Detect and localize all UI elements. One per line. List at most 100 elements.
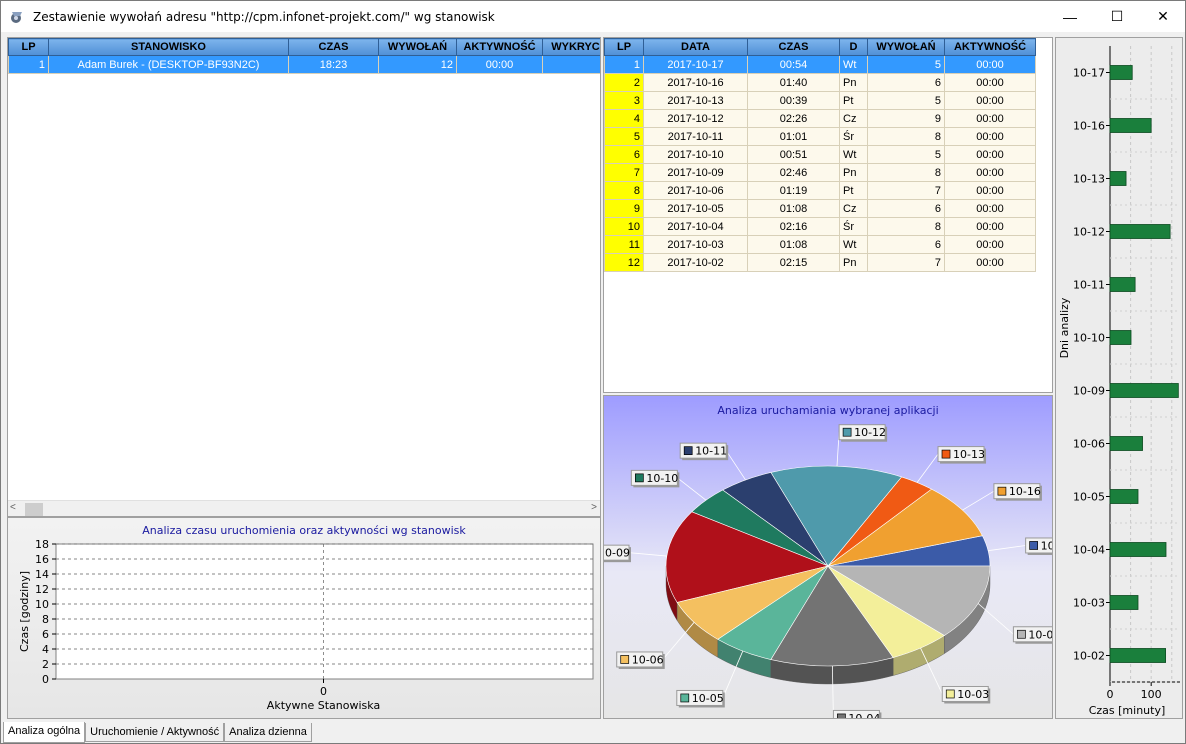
y-axis-label: Czas [godziny] — [18, 571, 31, 652]
row-wykryc — [542, 55, 600, 74]
y-tick-label: 10-05 — [1073, 491, 1105, 504]
days-body: 1 2017-10-17 00:54 Wt 5 00:00 2 2017-10-16 01:40… — [604, 55, 1036, 272]
row-wywolan: 12 — [378, 55, 457, 74]
row-data: 2017-10-12 — [643, 109, 748, 128]
column-header[interactable]: DATA — [643, 38, 748, 56]
row-aktywnosc: 00:00 — [944, 199, 1036, 218]
tab-analiza-dzienna[interactable]: Analiza dzienna — [224, 723, 312, 742]
scroll-thumb[interactable] — [25, 503, 43, 516]
row-lp: 7 — [604, 163, 644, 182]
pie-label: 10-05 — [676, 689, 725, 708]
tab-analiza-ogolna[interactable]: Analiza ogólna — [3, 722, 86, 743]
column-header[interactable]: CZAS — [288, 38, 379, 56]
scroll-left-icon[interactable]: < — [10, 502, 16, 513]
column-header[interactable]: STANOWISKO — [48, 38, 289, 56]
table-row[interactable]: 4 2017-10-12 02:26 Cz 9 00:00 — [604, 109, 1036, 128]
pie-leader-line — [962, 490, 995, 511]
pie-label-text: 10-04 — [848, 712, 880, 718]
workstations-chart: Analiza czasu uruchomienia oraz aktywnoś… — [7, 517, 601, 719]
row-lp: 1 — [8, 55, 49, 74]
table-row[interactable]: 2 2017-10-16 01:40 Pn 6 00:00 — [604, 73, 1036, 92]
y-tick-label: 0 — [42, 673, 49, 686]
x-axis-label: Czas [minuty] — [1089, 704, 1166, 717]
row-czas: 18:23 — [288, 55, 379, 74]
x-tick-label: 0 — [1107, 688, 1114, 701]
row-czas: 01:08 — [747, 199, 840, 218]
pie-label: 10-03 — [941, 685, 991, 704]
table-row[interactable]: 6 2017-10-10 00:51 Wt 5 00:00 — [604, 145, 1036, 164]
legend-swatch — [1029, 541, 1038, 550]
row-aktywnosc: 00:00 — [456, 55, 543, 74]
table-row[interactable]: 11 2017-10-03 01:08 Wt 6 00:00 — [604, 235, 1036, 254]
column-header[interactable]: LP — [604, 38, 644, 56]
table-row[interactable]: 1 2017-10-17 00:54 Wt 5 00:00 — [604, 55, 1036, 74]
row-czas: 01:40 — [747, 73, 840, 92]
row-data: 2017-10-09 — [643, 163, 748, 182]
pie-label-text: 10-05 — [692, 692, 724, 705]
legend-swatch — [683, 446, 693, 456]
row-aktywnosc: 00:00 — [944, 55, 1036, 74]
row-lp: 9 — [604, 199, 644, 218]
table-row[interactable]: 7 2017-10-09 02:46 Pn 8 00:00 — [604, 163, 1036, 182]
y-tick-label: 8 — [42, 613, 49, 626]
row-aktywnosc: 00:00 — [944, 235, 1036, 254]
pie-label: 10-13 — [937, 446, 987, 464]
pie-label: 10-16 — [993, 483, 1042, 501]
close-button[interactable]: ✕ — [1140, 1, 1186, 32]
column-header[interactable]: CZAS — [747, 38, 840, 56]
days-table[interactable]: LP DATA CZAS D WYWOŁAŃ AKTYWNOŚĆ 1 2017-10-17 0… — [604, 38, 1036, 272]
row-wywolan: 5 — [867, 91, 945, 110]
column-header[interactable]: AKTYWNOŚĆ — [944, 38, 1036, 56]
table-row[interactable]: 12 2017-10-02 02:15 Pn 7 00:00 — [604, 253, 1036, 272]
row-aktywnosc: 00:00 — [944, 181, 1036, 200]
row-aktywnosc: 00:00 — [944, 73, 1036, 92]
row-aktywnosc: 00:00 — [944, 253, 1036, 272]
row-aktywnosc: 00:00 — [944, 127, 1036, 146]
y-tick-label: 10-06 — [1073, 438, 1105, 451]
y-tick-label: 14 — [35, 568, 49, 581]
table-row[interactable]: 10 2017-10-04 02:16 Śr 8 00:00 — [604, 217, 1036, 236]
table-row[interactable]: 8 2017-10-06 01:19 Pt 7 00:00 — [604, 181, 1036, 200]
horizontal-scrollbar[interactable]: < > — [8, 500, 600, 516]
bar — [1109, 277, 1136, 292]
column-header[interactable]: WYWOŁAŃ — [867, 38, 945, 56]
column-header[interactable]: LP — [8, 38, 49, 56]
pie-label-text: 10-17 — [1041, 539, 1052, 552]
scroll-right-icon[interactable]: > — [591, 502, 597, 513]
y-tick-label: 10-11 — [1073, 279, 1105, 292]
bar — [1109, 330, 1132, 345]
bar — [1109, 436, 1143, 451]
row-lp: 1 — [604, 55, 644, 74]
y-tick-label: 4 — [42, 643, 49, 656]
minimize-button[interactable]: — — [1047, 1, 1093, 32]
row-wywolan: 8 — [867, 163, 945, 182]
table-row[interactable]: 1 Adam Burek - (DESKTOP-BF93N2C) 18:23 12 00… — [8, 55, 600, 74]
column-header[interactable]: D — [839, 38, 868, 56]
pie-label-text: 10-13 — [953, 448, 985, 461]
row-lp: 3 — [604, 91, 644, 110]
row-day: Śr — [839, 217, 868, 236]
y-axis-label: Dni analizy — [1058, 297, 1071, 358]
row-wywolan: 6 — [867, 235, 945, 254]
column-header[interactable]: WYWOŁAŃ — [378, 38, 457, 56]
y-tick-label: 10-04 — [1073, 544, 1105, 557]
tab-uruchomienie-aktywnosc[interactable]: Uruchomienie / Aktywność — [85, 723, 225, 742]
table-row[interactable]: 3 2017-10-13 00:39 Pt 5 00:00 — [604, 91, 1036, 110]
row-data: 2017-10-03 — [643, 235, 748, 254]
legend-swatch — [680, 693, 690, 703]
column-header[interactable]: WYKRYC — [542, 38, 600, 56]
bar-chart-svg: 10-17 10-16 10-13 10-12 10-11 10-10 10-09 10-06… — [1058, 46, 1180, 717]
row-data: 2017-10-16 — [643, 73, 748, 92]
table-row[interactable]: 9 2017-10-05 01:08 Cz 6 00:00 — [604, 199, 1036, 218]
window-title: Zestawienie wywołań adresu "http://cpm.i… — [33, 9, 495, 24]
maximize-button[interactable]: ☐ — [1094, 1, 1140, 32]
pie-label: 10-17 — [1025, 537, 1074, 555]
y-tick-label: 10-13 — [1073, 173, 1105, 186]
row-czas: 02:16 — [747, 217, 840, 236]
pie-label: 10-09 — [582, 544, 631, 563]
workstations-table[interactable]: LP STANOWISKO CZAS WYWOŁAŃ AKTYWNOŚĆ WYKRYC 1… — [8, 38, 600, 74]
table-row[interactable]: 5 2017-10-11 01:01 Śr 8 00:00 — [604, 127, 1036, 146]
column-header[interactable]: AKTYWNOŚĆ — [456, 38, 543, 56]
bar — [1109, 224, 1171, 239]
app-usage-pie-chart: Analiza uruchamiania wybranej aplikacji 1… — [582, 395, 1074, 728]
